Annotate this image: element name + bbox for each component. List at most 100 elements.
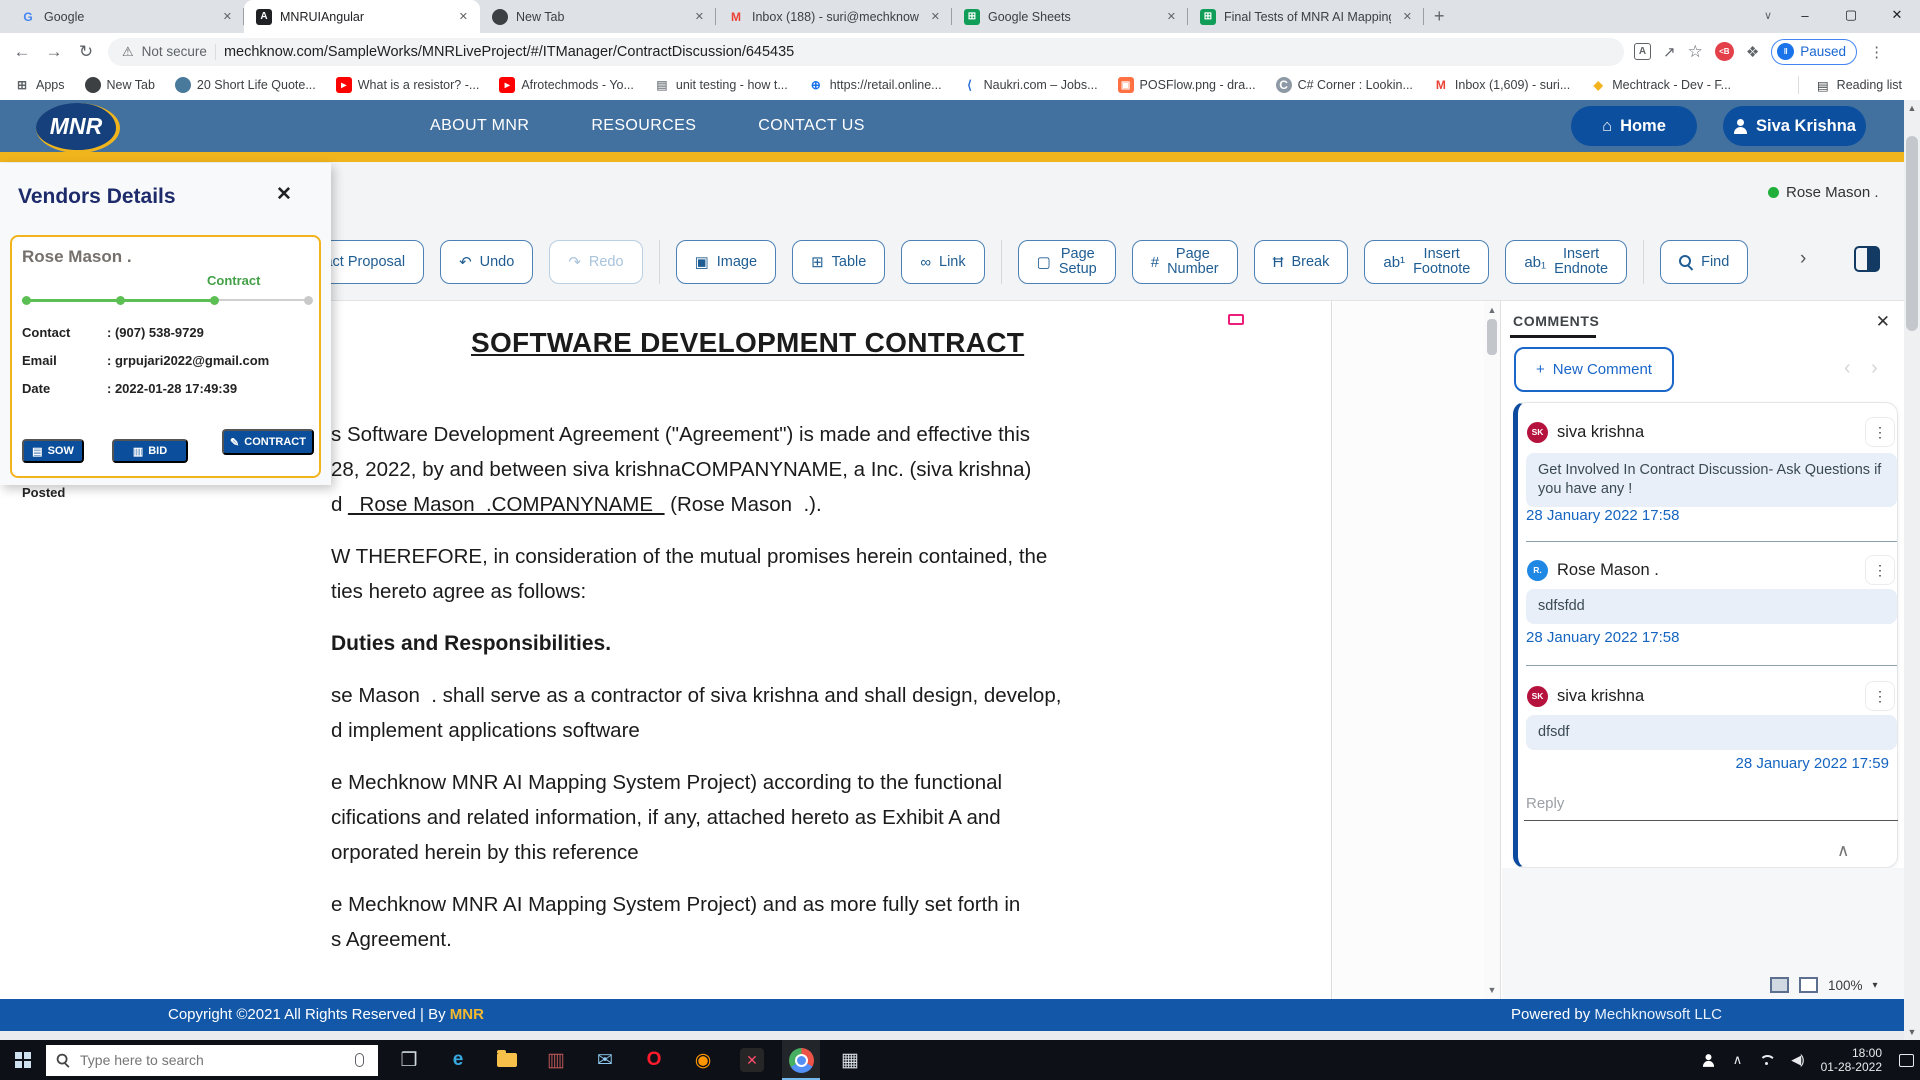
firefox-icon[interactable]: ◉: [690, 1047, 716, 1073]
find-button[interactable]: Find: [1660, 240, 1748, 284]
nav-link-about-mnr[interactable]: ABOUT MNR: [430, 117, 529, 135]
bookmark-item[interactable]: ◆Mechtrack - Dev - F...: [1590, 77, 1731, 93]
puzzle-extensions-icon[interactable]: ❖: [1746, 43, 1759, 61]
browser-tab[interactable]: ⊞Final Tests of MNR AI Mapping S✕: [1188, 0, 1424, 33]
url-omnibox[interactable]: ⚠ Not secure mechknow.com/SampleWorks/MN…: [108, 38, 1624, 66]
bookmark-item[interactable]: New Tab: [85, 77, 155, 93]
table-button[interactable]: ⊞Table: [792, 240, 885, 284]
bookmark-item[interactable]: MInbox (1,609) - suri...: [1433, 77, 1570, 93]
bookmark-item[interactable]: ▸Afrotechmods - Yo...: [499, 77, 634, 93]
microphone-icon[interactable]: [355, 1053, 364, 1067]
tab-close-icon[interactable]: ✕: [927, 8, 944, 25]
browser-tab[interactable]: ⊞Google Sheets✕: [952, 0, 1188, 33]
volume-icon[interactable]: ◀): [1791, 1052, 1803, 1068]
chevron-down-icon[interactable]: ∨: [1754, 9, 1782, 22]
mnr-logo[interactable]: MNR: [36, 103, 120, 153]
sync-paused-button[interactable]: ‖ Paused: [1771, 39, 1857, 65]
comment-menu-icon[interactable]: ⋮: [1865, 417, 1895, 447]
page-number-button[interactable]: #PageNumber: [1132, 240, 1238, 284]
taskbar-clock[interactable]: 18:00 01-28-2022: [1821, 1046, 1882, 1074]
extension-badge-icon[interactable]: <B: [1715, 42, 1734, 61]
bookmark-item[interactable]: ▤unit testing - how t...: [654, 77, 788, 93]
comment-menu-icon[interactable]: ⋮: [1865, 555, 1895, 585]
bookmark-item[interactable]: ⊕https://retail.online...: [808, 77, 942, 93]
edge-icon[interactable]: e: [445, 1047, 471, 1073]
reload-icon[interactable]: ↻: [70, 42, 102, 62]
redo-button[interactable]: ↷Redo: [549, 240, 642, 284]
scroll-up-icon[interactable]: ▲: [1486, 305, 1498, 315]
contract-button[interactable]: ✎CONTRACT: [222, 429, 314, 455]
insert-footnote-button[interactable]: ab¹InsertFootnote: [1364, 240, 1489, 284]
comment-menu-icon[interactable]: ⋮: [1865, 681, 1895, 711]
sow-button[interactable]: ▤SOW: [22, 439, 84, 463]
powered-brand-link[interactable]: Mechknowsoft LLC: [1594, 1006, 1722, 1023]
scroll-down-icon[interactable]: ▼: [1904, 1027, 1920, 1037]
user-button[interactable]: Siva Krishna: [1723, 106, 1866, 146]
browser-tab[interactable]: New Tab✕: [480, 0, 716, 33]
document-scrollbar[interactable]: ▲ ▼: [1484, 301, 1500, 999]
home-button[interactable]: ⌂ Home: [1571, 106, 1697, 146]
share-icon[interactable]: ↗: [1663, 43, 1676, 61]
comment-marker-icon[interactable]: [1228, 314, 1244, 325]
bookmark-star-icon[interactable]: ☆: [1688, 42, 1703, 62]
zoom-caret-icon[interactable]: ▾: [1873, 980, 1878, 991]
tray-chevron-up-icon[interactable]: ∧: [1733, 1052, 1743, 1068]
undo-button[interactable]: ↶Undo: [440, 240, 533, 284]
bookmark-item[interactable]: ▣POSFlow.png - dra...: [1118, 77, 1256, 93]
next-comment-icon[interactable]: ›: [1871, 357, 1878, 380]
chrome-icon[interactable]: [788, 1047, 814, 1073]
nav-link-resources[interactable]: RESOURCES: [591, 117, 696, 135]
adobe-icon[interactable]: ✕: [739, 1047, 765, 1073]
calculator-icon[interactable]: ▦: [837, 1047, 863, 1073]
wifi-icon[interactable]: [1759, 1055, 1774, 1066]
scroll-down-icon[interactable]: ▼: [1486, 985, 1498, 995]
bid-button[interactable]: ▥BID: [112, 439, 188, 463]
file-explorer-icon[interactable]: [494, 1047, 520, 1073]
scrollbar-thumb[interactable]: [1487, 319, 1497, 355]
browser-tab[interactable]: MInbox (188) - suri@mechknowsof✕: [716, 0, 952, 33]
insert-endnote-button[interactable]: ab₁InsertEndnote: [1505, 240, 1627, 284]
bookmark-item[interactable]: ⊞Apps: [14, 77, 65, 93]
taskbar-search[interactable]: [46, 1045, 378, 1076]
browser-tab[interactable]: AMNRUIAngular✕: [244, 0, 480, 33]
opera-icon[interactable]: O: [641, 1047, 667, 1073]
tab-close-icon[interactable]: ✕: [219, 8, 236, 25]
task-view-icon[interactable]: ❒: [396, 1047, 422, 1073]
document-page[interactable]: SOFTWARE DEVELOPMENT CONTRACT s Software…: [327, 301, 1332, 999]
back-icon[interactable]: ←: [6, 42, 38, 62]
security-label[interactable]: Not secure: [142, 44, 207, 59]
toolbar-overflow-chevron-icon[interactable]: ›: [1800, 248, 1806, 270]
link-button[interactable]: ∞Link: [901, 240, 984, 284]
store-icon[interactable]: ▥: [543, 1047, 569, 1073]
browser-tab[interactable]: GGoogle✕: [8, 0, 244, 33]
bookmark-item[interactable]: CC# Corner : Lookin...: [1276, 77, 1413, 93]
people-icon[interactable]: [1702, 1054, 1715, 1067]
forward-icon[interactable]: →: [38, 42, 70, 62]
browser-menu-icon[interactable]: ⋮: [1869, 43, 1884, 61]
tab-close-icon[interactable]: ✕: [691, 8, 708, 25]
tab-close-icon[interactable]: ✕: [455, 8, 472, 25]
zoom-level[interactable]: 100%: [1828, 978, 1863, 993]
url-text[interactable]: mechknow.com/SampleWorks/MNRLiveProject/…: [224, 44, 794, 60]
bookmark-item[interactable]: ⟨Naukri.com – Jobs...: [962, 77, 1098, 93]
reply-input[interactable]: [1524, 791, 1898, 821]
comments-close-icon[interactable]: ✕: [1876, 312, 1890, 332]
footer-brand-link[interactable]: MNR: [450, 1006, 484, 1023]
minimize-button[interactable]: –: [1782, 8, 1828, 23]
web-layout-icon[interactable]: [1799, 977, 1818, 993]
page-setup-button[interactable]: ▢PageSetup: [1018, 240, 1116, 284]
new-comment-button[interactable]: + New Comment: [1514, 347, 1674, 392]
translate-icon[interactable]: A: [1634, 43, 1651, 60]
new-tab-button[interactable]: +: [1434, 6, 1445, 27]
nav-link-contact-us[interactable]: CONTACT US: [758, 117, 865, 135]
maximize-button[interactable]: ▢: [1828, 7, 1874, 23]
comments-panel-toggle-icon[interactable]: [1854, 246, 1880, 272]
notification-center-icon[interactable]: [1899, 1054, 1914, 1067]
page-scrollbar[interactable]: ▲ ▼: [1904, 100, 1920, 1040]
popup-close-icon[interactable]: ✕: [276, 183, 292, 206]
tab-close-icon[interactable]: ✕: [1163, 8, 1180, 25]
close-button[interactable]: ✕: [1874, 7, 1920, 23]
bookmark-item[interactable]: ▸What is a resistor? -...: [336, 77, 480, 93]
scrollbar-thumb[interactable]: [1906, 136, 1918, 331]
tab-close-icon[interactable]: ✕: [1399, 8, 1416, 25]
